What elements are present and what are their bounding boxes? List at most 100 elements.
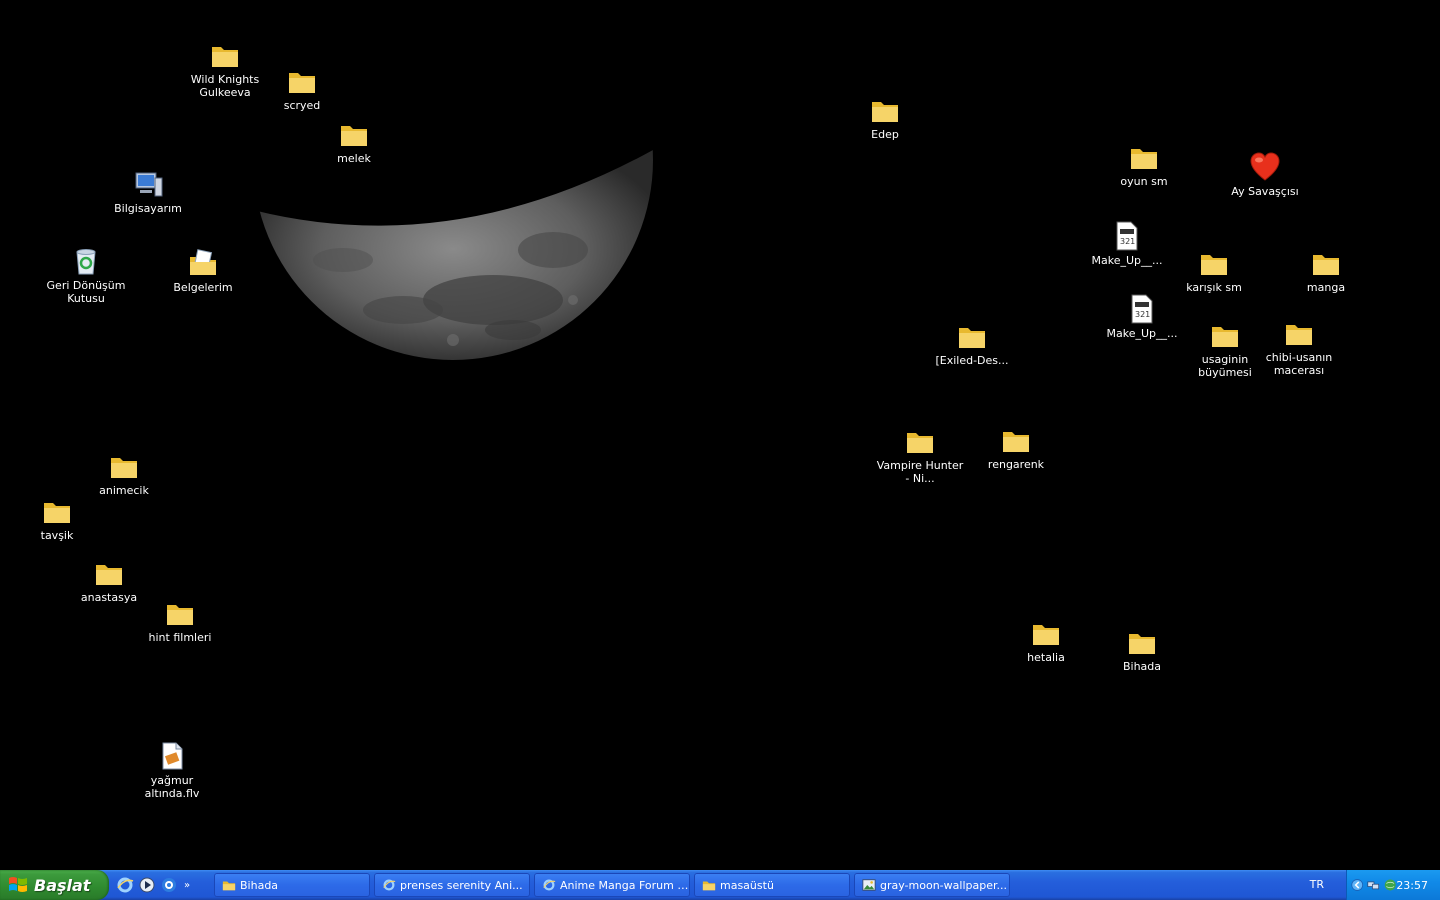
task-label: Bihada: [240, 878, 279, 892]
folder-icon: [907, 433, 933, 453]
folder-hint-filmleri-icon-item[interactable]: hint filmleri: [135, 597, 225, 644]
folder-icon: [872, 102, 898, 122]
icon-label: rengarenk: [987, 458, 1045, 471]
folder-icon: [1033, 625, 1059, 645]
ie-icon: [383, 879, 396, 891]
my-computer-icon-item[interactable]: Bilgisayarım: [103, 168, 193, 215]
task-label: prenses serenity Ani...: [400, 878, 523, 892]
task-label: Anime Manga Forum -...: [560, 878, 690, 892]
task-button-gray-moon-wallpaper[interactable]: gray-moon-wallpaper...: [854, 873, 1010, 897]
folder-icon: [167, 605, 193, 625]
folder-edep-icon-item[interactable]: Edep: [840, 94, 930, 141]
svg-text:321: 321: [1135, 310, 1150, 319]
folder-icon: [212, 47, 238, 67]
moon-wallpaper: [253, 150, 653, 360]
icon-label: Make_Up__...: [1106, 327, 1178, 340]
media-file-icon: 321: [1131, 294, 1153, 324]
folder-chibi-usanin-macerasi-icon-item[interactable]: chibi-usanın macerası: [1254, 317, 1344, 377]
icon-label: Bihada: [1122, 660, 1162, 673]
recycle-bin-icon: [76, 249, 96, 275]
chevron-left-icon[interactable]: [1351, 877, 1364, 893]
folder-icon: [1286, 325, 1312, 345]
task-label: gray-moon-wallpaper...: [880, 878, 1007, 892]
recycle-bin-icon-item[interactable]: Geri Dönüşüm Kutusu: [41, 245, 131, 305]
my-documents-icon-item[interactable]: Belgelerim: [158, 247, 248, 294]
ie-icon[interactable]: [116, 876, 134, 894]
start-label: Başlat: [34, 875, 91, 895]
folder-icon: [1201, 255, 1227, 275]
clock[interactable]: 23:57: [1396, 879, 1428, 892]
system-tray: 23:57: [1346, 870, 1440, 900]
folder-melek-icon-item[interactable]: melek: [309, 118, 399, 165]
icon-label: melek: [337, 152, 371, 165]
quick-launch: »: [116, 874, 190, 896]
task-label: masaüstü: [720, 878, 774, 892]
icon-label: Edep: [871, 128, 899, 141]
heart-icon: [1250, 152, 1280, 181]
icon-label: Make_Up__...: [1091, 254, 1163, 267]
svg-text:321: 321: [1120, 237, 1135, 246]
icon-label: manga: [1306, 281, 1346, 294]
windows-logo-icon: [9, 877, 27, 892]
taskbar: Başlat » Bihada prenses serenity Ani... …: [0, 870, 1440, 900]
task-button-bihada[interactable]: Bihada: [214, 873, 370, 897]
folder-karisik-sm-icon-item[interactable]: karışık sm: [1169, 247, 1259, 294]
folder-icon: [96, 565, 122, 585]
icon-label: animecik: [99, 484, 149, 497]
folder-icon: [959, 328, 985, 348]
folder-hetalia-icon-item[interactable]: hetalia: [1001, 617, 1091, 664]
folder-icon: [1129, 634, 1155, 654]
folder-icon: [1313, 255, 1339, 275]
folder-icon: [289, 73, 315, 93]
folder-icon: [1131, 149, 1157, 169]
icon-label: Ay Savaşçısı: [1231, 185, 1299, 198]
folder-exiled-des-icon-item[interactable]: [Exiled-Des...: [927, 320, 1017, 367]
icon-label: yağmur altında.flv: [144, 774, 200, 800]
icon-label: Geri Dönüşüm Kutusu: [46, 279, 126, 305]
media-player-icon[interactable]: [138, 876, 156, 894]
messenger-icon[interactable]: [160, 876, 178, 894]
file-make-up-2-icon-item[interactable]: 321 Make_Up__...: [1097, 293, 1187, 340]
icon-label: karışık sm: [1186, 281, 1242, 294]
start-button[interactable]: Başlat: [0, 870, 109, 900]
video-file-icon: [162, 742, 183, 770]
folder-icon: [702, 881, 716, 891]
icon-label: scryed: [283, 99, 321, 112]
folder-rengarenk-icon-item[interactable]: rengarenk: [971, 424, 1061, 471]
folder-vampire-hunter-icon-item[interactable]: Vampire Hunter - Ni...: [875, 425, 965, 485]
computer-icon: [135, 172, 163, 197]
file-yagmur-altinda-icon-item[interactable]: yağmur altında.flv: [127, 740, 217, 800]
folder-manga-icon-item[interactable]: manga: [1281, 247, 1371, 294]
folder-icon: [1003, 432, 1029, 452]
icon-label: hetalia: [1027, 651, 1065, 664]
image-icon: [862, 879, 876, 891]
documents-icon: [190, 249, 216, 275]
folder-icon: [111, 458, 137, 478]
icon-label: chibi-usanın macerası: [1265, 351, 1333, 377]
language-indicator[interactable]: TR: [1310, 878, 1324, 891]
task-button-prenses-serenity[interactable]: prenses serenity Ani...: [374, 873, 530, 897]
ay-savascisi-icon-item[interactable]: Ay Savaşçısı: [1220, 151, 1310, 198]
icon-label: hint filmleri: [148, 631, 212, 644]
folder-icon: [1212, 327, 1238, 347]
ie-icon: [543, 879, 556, 891]
task-button-anime-manga-forum[interactable]: Anime Manga Forum -...: [534, 873, 690, 897]
network-icon[interactable]: [1367, 877, 1380, 893]
folder-tavsik-icon-item[interactable]: tavşik: [12, 495, 102, 542]
quick-launch-more-button[interactable]: »: [184, 880, 190, 891]
icon-label: Belgelerim: [173, 281, 233, 294]
globe-icon[interactable]: [1384, 877, 1396, 893]
icon-label: tavşik: [40, 529, 74, 542]
icon-label: Bilgisayarım: [114, 202, 182, 215]
file-make-up-1-icon-item[interactable]: 321 Make_Up__...: [1082, 220, 1172, 267]
desktop: Wild Knights Gulkeeva scryed melek Bilgi…: [0, 0, 1440, 870]
icon-label: oyun sm: [1120, 175, 1168, 188]
folder-bihada-icon-item[interactable]: Bihada: [1097, 626, 1187, 673]
task-button-masaustu[interactable]: masaüstü: [694, 873, 850, 897]
icon-label: [Exiled-Des...: [935, 354, 1009, 367]
folder-oyun-sm-icon-item[interactable]: oyun sm: [1099, 141, 1189, 188]
media-file-icon: 321: [1116, 221, 1138, 251]
folder-animecik-icon-item[interactable]: animecik: [79, 450, 169, 497]
folder-scryed-icon-item[interactable]: scryed: [257, 65, 347, 112]
folder-icon: [222, 881, 236, 891]
